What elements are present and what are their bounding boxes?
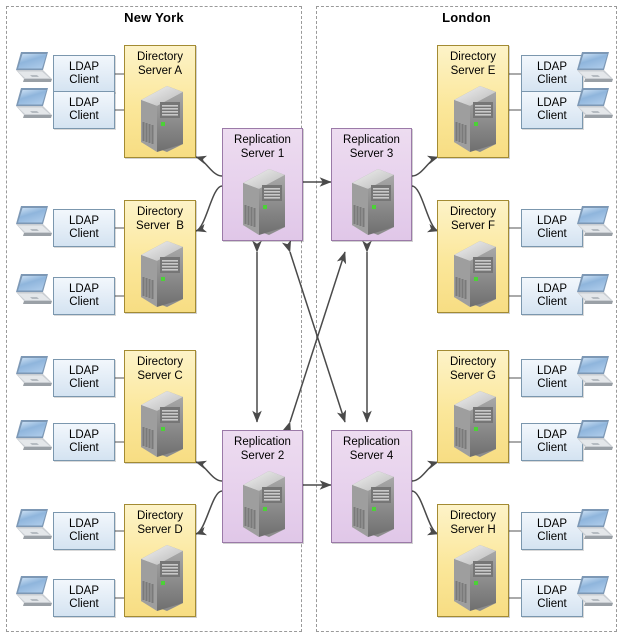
directory-server-a[interactable]: Directory Server A <box>124 45 196 158</box>
replication-server-1[interactable]: Replication Server 1 <box>222 128 303 241</box>
server-tower-icon <box>239 165 289 237</box>
ldap-client-label: LDAP Client <box>68 584 100 611</box>
replication-server-4[interactable]: Replication Server 4 <box>331 430 412 543</box>
replication-server-2[interactable]: Replication Server 2 <box>222 430 303 543</box>
ldap-client-a2[interactable]: LDAP Client <box>53 91 115 129</box>
directory-server-c[interactable]: Directory Server C <box>124 350 196 463</box>
directory-server-d[interactable]: Directory Server D <box>124 504 196 617</box>
directory-server-b[interactable]: Directory Server B <box>124 200 196 313</box>
directory-server-g[interactable]: Directory Server G <box>437 350 509 463</box>
laptop-icon <box>12 204 54 242</box>
server-tower-icon <box>450 82 500 154</box>
replication-server-2-label: Replication Server 2 <box>234 436 291 462</box>
directory-server-b-label: Directory Server B <box>136 206 184 232</box>
laptop-icon <box>12 86 54 124</box>
laptop-icon <box>12 574 54 612</box>
ldap-client-label: LDAP Client <box>536 364 568 391</box>
directory-server-e[interactable]: Directory Server E <box>437 45 509 158</box>
region-title-london: London <box>442 10 491 25</box>
directory-server-d-label: Directory Server D <box>136 510 183 536</box>
server-tower-icon <box>137 237 187 309</box>
ldap-client-label: LDAP Client <box>536 96 568 123</box>
ldap-client-label: LDAP Client <box>536 517 568 544</box>
server-tower-icon <box>137 387 187 459</box>
ldap-client-label: LDAP Client <box>68 517 100 544</box>
server-tower-icon <box>239 467 289 539</box>
server-tower-icon <box>450 541 500 613</box>
ldap-client-label: LDAP Client <box>536 214 568 241</box>
replication-server-3[interactable]: Replication Server 3 <box>331 128 412 241</box>
replication-server-3-label: Replication Server 3 <box>343 134 400 160</box>
region-title-new-york: New York <box>124 10 184 25</box>
replication-server-1-label: Replication Server 1 <box>234 134 291 160</box>
directory-server-f[interactable]: Directory Server F <box>437 200 509 313</box>
directory-server-f-label: Directory Server F <box>449 206 496 232</box>
laptop-icon <box>573 204 615 242</box>
ldap-client-label: LDAP Client <box>536 428 568 455</box>
laptop-icon <box>12 354 54 392</box>
server-tower-icon <box>348 467 398 539</box>
ldap-client-label: LDAP Client <box>68 428 100 455</box>
server-tower-icon <box>348 165 398 237</box>
laptop-icon <box>12 50 54 88</box>
laptop-icon <box>573 272 615 310</box>
laptop-icon <box>12 272 54 310</box>
laptop-icon <box>573 86 615 124</box>
server-tower-icon <box>450 237 500 309</box>
directory-server-a-label: Directory Server A <box>136 51 183 77</box>
ldap-client-a1[interactable]: LDAP Client <box>53 55 115 93</box>
directory-server-h-label: Directory Server H <box>449 510 496 536</box>
ldap-client-label: LDAP Client <box>536 282 568 309</box>
directory-server-g-label: Directory Server G <box>449 356 496 382</box>
laptop-icon <box>12 507 54 545</box>
ldap-client-label: LDAP Client <box>68 282 100 309</box>
laptop-icon <box>573 354 615 392</box>
ldap-client-label: LDAP Client <box>536 60 568 87</box>
directory-server-c-label: Directory Server C <box>136 356 183 382</box>
laptop-icon <box>573 507 615 545</box>
server-tower-icon <box>450 387 500 459</box>
ldap-client-c2[interactable]: LDAP Client <box>53 423 115 461</box>
server-tower-icon <box>137 82 187 154</box>
diagram-canvas: New York London Directory Server A Direc… <box>0 0 623 638</box>
ldap-client-label: LDAP Client <box>68 60 100 87</box>
directory-server-h[interactable]: Directory Server H <box>437 504 509 617</box>
laptop-icon <box>573 50 615 88</box>
replication-server-4-label: Replication Server 4 <box>343 436 400 462</box>
ldap-client-label: LDAP Client <box>68 364 100 391</box>
laptop-icon <box>573 574 615 612</box>
laptop-icon <box>573 418 615 456</box>
ldap-client-label: LDAP Client <box>68 214 100 241</box>
ldap-client-b2[interactable]: LDAP Client <box>53 277 115 315</box>
ldap-client-d2[interactable]: LDAP Client <box>53 579 115 617</box>
ldap-client-d1[interactable]: LDAP Client <box>53 512 115 550</box>
ldap-client-c1[interactable]: LDAP Client <box>53 359 115 397</box>
laptop-icon <box>12 418 54 456</box>
server-tower-icon <box>137 541 187 613</box>
directory-server-e-label: Directory Server E <box>449 51 496 77</box>
ldap-client-label: LDAP Client <box>68 96 100 123</box>
ldap-client-label: LDAP Client <box>536 584 568 611</box>
ldap-client-b1[interactable]: LDAP Client <box>53 209 115 247</box>
